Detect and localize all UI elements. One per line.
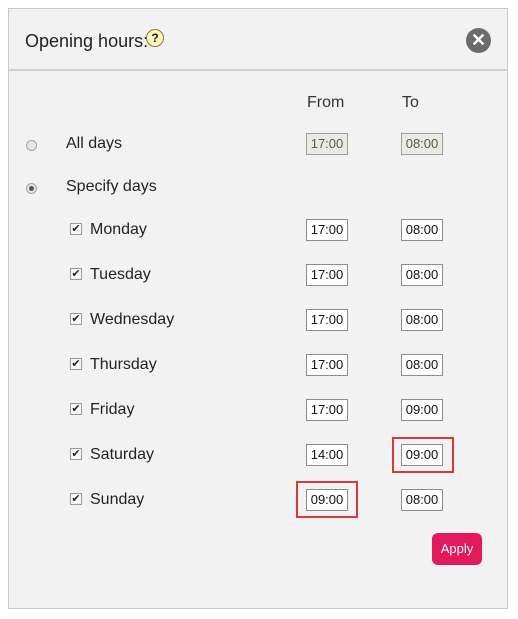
day-label-saturday: Saturday: [90, 446, 155, 463]
friday-to-input[interactable]: 09:00: [401, 399, 443, 421]
day-label-sunday: Sunday: [90, 491, 145, 508]
tuesday-checkbox[interactable]: ✔: [70, 268, 82, 280]
all-days-label: All days: [66, 135, 123, 152]
thursday-to-input[interactable]: 08:00: [401, 354, 443, 376]
monday-to-input[interactable]: 08:00: [401, 219, 443, 241]
apply-button[interactable]: Apply: [432, 533, 482, 565]
sunday-checkbox[interactable]: ✔: [70, 493, 82, 505]
close-icon[interactable]: ✕: [466, 28, 491, 53]
sunday-from-input[interactable]: 09:00: [306, 489, 348, 511]
day-label-wednesday: Wednesday: [90, 311, 175, 328]
all-days-from-input[interactable]: 17:00: [306, 133, 348, 155]
saturday-to-input[interactable]: 09:00: [401, 444, 443, 466]
to-column-header: To: [402, 94, 419, 111]
day-label-thursday: Thursday: [90, 356, 157, 373]
day-label-tuesday: Tuesday: [90, 266, 151, 283]
dialog-header: Opening hours: ? ✕: [9, 9, 507, 71]
from-column-header: From: [307, 94, 345, 111]
help-icon[interactable]: ?: [146, 29, 164, 47]
specify-days-radio[interactable]: [26, 183, 37, 194]
saturday-checkbox[interactable]: ✔: [70, 448, 82, 460]
thursday-checkbox[interactable]: ✔: [70, 358, 82, 370]
wednesday-from-input[interactable]: 17:00: [306, 309, 348, 331]
tuesday-to-input[interactable]: 08:00: [401, 264, 443, 286]
thursday-from-input[interactable]: 17:00: [306, 354, 348, 376]
day-label-monday: Monday: [90, 221, 147, 238]
all-days-to-input[interactable]: 08:00: [401, 133, 443, 155]
wednesday-to-input[interactable]: 08:00: [401, 309, 443, 331]
monday-from-input[interactable]: 17:00: [306, 219, 348, 241]
monday-checkbox[interactable]: ✔: [70, 223, 82, 235]
friday-checkbox[interactable]: ✔: [70, 403, 82, 415]
tuesday-from-input[interactable]: 17:00: [306, 264, 348, 286]
wednesday-checkbox[interactable]: ✔: [70, 313, 82, 325]
opening-hours-dialog: Opening hours: ? ✕ From To All days 17:0…: [8, 8, 508, 609]
dialog-title: Opening hours:: [25, 31, 149, 51]
day-label-friday: Friday: [90, 401, 135, 418]
friday-from-input[interactable]: 17:00: [306, 399, 348, 421]
specify-days-label: Specify days: [66, 178, 157, 195]
saturday-from-input[interactable]: 14:00: [306, 444, 348, 466]
sunday-to-input[interactable]: 08:00: [401, 489, 443, 511]
all-days-radio[interactable]: [26, 140, 37, 151]
